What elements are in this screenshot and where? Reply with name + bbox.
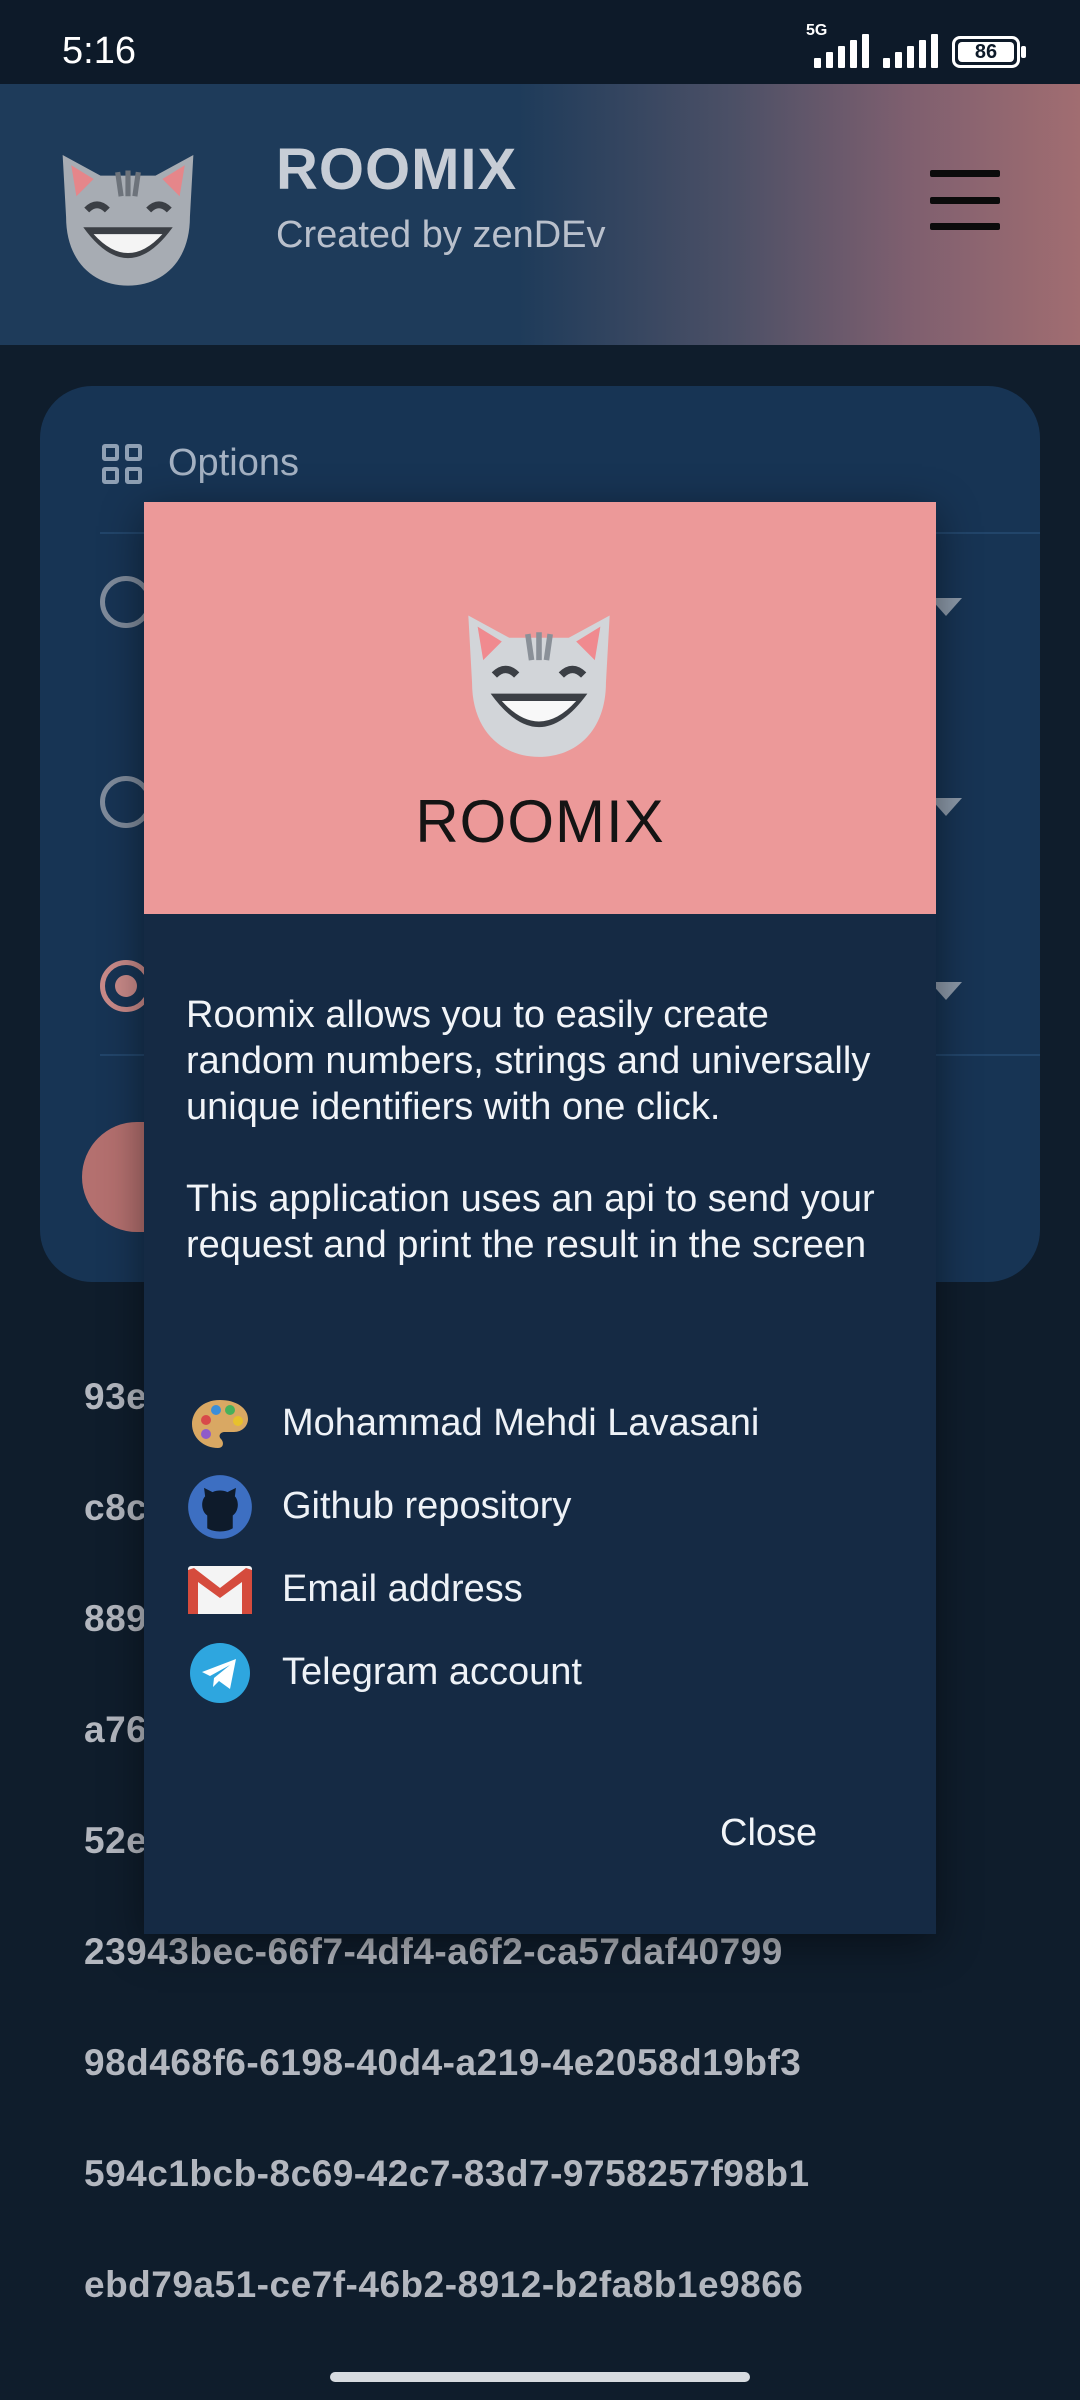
signal-icon [883, 34, 938, 68]
result-item[interactable]: 23943bec-66f7-4df4-a6f2-ca57daf40799 [84, 1931, 783, 1973]
options-header: Options [102, 442, 299, 485]
app-title: ROOMIX [276, 137, 518, 202]
grinning-cat-icon [468, 615, 610, 757]
network-type-label: 5G [806, 22, 828, 39]
github-link[interactable]: Github repository [186, 1465, 759, 1548]
dialog-description: Roomix allows you to easily create rando… [186, 992, 906, 1314]
email-label: Email address [282, 1568, 523, 1610]
result-item[interactable]: 98d468f6-6198-40d4-a219-4e2058d19bf3 [84, 2042, 801, 2084]
author-link[interactable]: Mohammad Mehdi Lavasani [186, 1382, 759, 1465]
close-button[interactable]: Close [710, 1804, 827, 1863]
dialog-header: ROOMIX [144, 502, 936, 914]
description-paragraph: This application uses an api to send you… [186, 1178, 875, 1266]
dialog-links: Mohammad Mehdi Lavasani Github repositor… [186, 1382, 759, 1714]
telegram-label: Telegram account [282, 1651, 582, 1693]
github-label: Github repository [282, 1485, 572, 1527]
gmail-icon [186, 1556, 254, 1624]
result-item[interactable]: a76 [84, 1709, 147, 1751]
options-label: Options [168, 442, 299, 484]
result-item[interactable]: c8c [84, 1487, 147, 1529]
author-label: Mohammad Mehdi Lavasani [282, 1402, 760, 1444]
result-item[interactable]: 93e [84, 1376, 147, 1418]
hamburger-menu-icon[interactable] [930, 170, 1000, 230]
home-indicator[interactable] [330, 2372, 750, 2382]
battery-icon: 86 [952, 36, 1026, 68]
telegram-link[interactable]: Telegram account [186, 1631, 759, 1714]
result-item[interactable]: 594c1bcb-8c69-42c7-83d7-9758257f98b1 [84, 2153, 810, 2195]
status-icons: 5G 86 [806, 22, 1026, 68]
result-item[interactable]: ebd79a51-ce7f-46b2-8912-b2fa8b1e9866 [84, 2264, 803, 2306]
signal-5g-icon: 5G [806, 22, 869, 68]
telegram-icon [186, 1639, 254, 1707]
app-bar: ROOMIX Created by zenDEv [0, 84, 1080, 345]
result-item[interactable]: 52e [84, 1820, 147, 1862]
dialog-title: ROOMIX [415, 788, 665, 855]
status-time: 5:16 [62, 30, 136, 72]
palette-icon [186, 1390, 254, 1458]
app-subtitle: Created by zenDEv [276, 214, 606, 256]
email-link[interactable]: Email address [186, 1548, 759, 1631]
status-bar: 5:16 5G 86 [0, 0, 1080, 84]
github-icon [186, 1473, 254, 1541]
description-paragraph: Roomix allows you to easily create rando… [186, 994, 871, 1128]
battery-level: 86 [974, 40, 998, 63]
about-dialog: ROOMIX Roomix allows you to easily creat… [144, 502, 936, 1934]
result-item[interactable]: 889 [84, 1598, 147, 1640]
grid-icon [102, 443, 142, 484]
grinning-cat-logo-icon [62, 154, 194, 286]
